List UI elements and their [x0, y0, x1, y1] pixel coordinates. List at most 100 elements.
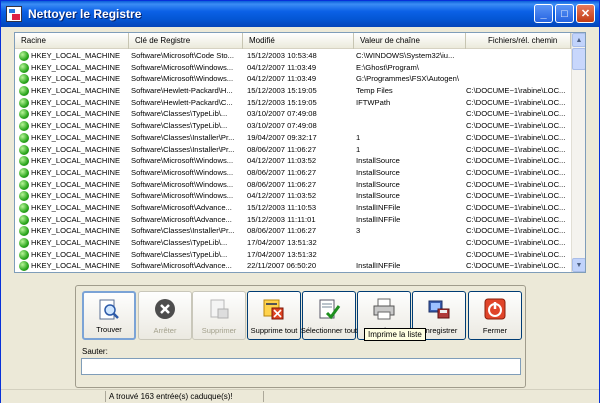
- cell-root: HKEY_LOCAL_MACHINE: [31, 144, 121, 154]
- cell-file-path: C:\DOCUME~1\rabine\LOC...: [466, 226, 566, 236]
- cell-root: HKEY_LOCAL_MACHINE: [31, 249, 121, 259]
- cell-root: HKEY_LOCAL_MACHINE: [31, 226, 121, 236]
- cell-root: HKEY_LOCAL_MACHINE: [31, 202, 121, 212]
- status-dot-icon: [19, 191, 29, 202]
- status-divider: [105, 391, 106, 402]
- table-row[interactable]: HKEY_LOCAL_MACHINE Software\Hewlett-Packa…: [15, 85, 571, 97]
- table-row[interactable]: HKEY_LOCAL_MACHINE Software\Microsoft\Adv…: [15, 260, 571, 272]
- cell-key: Software\Hewlett-Packard\H...: [131, 86, 233, 96]
- table-row[interactable]: HKEY_LOCAL_MACHINE Software\Microsoft\Win…: [15, 179, 571, 191]
- save-computer-icon: [428, 300, 450, 319]
- status-dot-icon: [19, 249, 29, 260]
- status-dot-icon: [19, 109, 29, 120]
- close-window-button[interactable]: ✕: [576, 4, 595, 23]
- column-header-file-path[interactable]: Fichiers/rél. chemin: [466, 33, 571, 49]
- cell-string-value: [356, 237, 463, 249]
- table-row[interactable]: HKEY_LOCAL_MACHINE Software\Microsoft\Win…: [15, 73, 571, 85]
- find-button[interactable]: Trouver: [82, 291, 136, 340]
- scroll-up-icon[interactable]: ▲: [572, 33, 585, 47]
- table-row[interactable]: HKEY_LOCAL_MACHINE Software\Microsoft\Adv…: [15, 202, 571, 214]
- table-row[interactable]: HKEY_LOCAL_MACHINE Software\Microsoft\Adv…: [15, 214, 571, 226]
- column-header-modified[interactable]: Modifié: [243, 33, 354, 49]
- cell-string-value: InstallINFFile: [356, 202, 401, 212]
- table-row[interactable]: HKEY_LOCAL_MACHINE Software\Classes\TypeL…: [15, 120, 571, 132]
- status-text: A trouvé 163 entrée(s) caduque(s)!: [109, 392, 233, 401]
- cell-key: Software\Microsoft\Windows...: [131, 62, 234, 72]
- status-bar: A trouvé 163 entrée(s) caduque(s)!: [1, 389, 599, 403]
- status-dot-icon: [19, 226, 29, 237]
- table-row[interactable]: HKEY_LOCAL_MACHINE Software\Classes\Insta…: [15, 132, 571, 144]
- select-all-icon: [319, 299, 341, 320]
- maximize-button[interactable]: □: [555, 4, 574, 23]
- cell-string-value: G:\Programmes\FSX\Autogen\: [356, 74, 459, 84]
- jump-input[interactable]: [81, 358, 521, 375]
- cell-modified: 04/12/2007 11:03:49: [247, 62, 317, 72]
- print-tooltip: Imprime la liste: [364, 328, 426, 341]
- delete-button[interactable]: Supprimer: [192, 291, 246, 340]
- cell-modified: 17/04/2007 13:51:32: [247, 249, 317, 259]
- select-all-button[interactable]: Sélectionner tout: [301, 291, 357, 340]
- cell-string-value: [356, 249, 463, 261]
- stop-x-icon: [155, 299, 175, 319]
- cell-key: Software\Microsoft\Advance...: [131, 202, 232, 212]
- vertical-scrollbar[interactable]: ▲ ▼: [571, 33, 585, 272]
- table-row[interactable]: HKEY_LOCAL_MACHINE Software\Microsoft\Win…: [15, 167, 571, 179]
- window-title: Nettoyer le Registre: [28, 7, 142, 21]
- cell-file-path: C:\DOCUME~1\rabine\LOC...: [466, 109, 566, 119]
- column-header-root[interactable]: Racine: [15, 33, 129, 49]
- table-row[interactable]: HKEY_LOCAL_MACHINE Software\Microsoft\Win…: [15, 155, 571, 167]
- cell-key: Software\Classes\Installer\Pr...: [131, 144, 235, 154]
- close-button[interactable]: Fermer: [468, 291, 522, 340]
- table-row[interactable]: HKEY_LOCAL_MACHINE Software\Hewlett-Packa…: [15, 97, 571, 109]
- table-row[interactable]: HKEY_LOCAL_MACHINE Software\Classes\Insta…: [15, 225, 571, 237]
- stop-button[interactable]: Arrêter: [138, 291, 192, 340]
- cell-file-path: C:\DOCUME~1\rabine\LOC...: [466, 261, 566, 271]
- cell-key: Software\Classes\TypeLib\...: [131, 249, 228, 259]
- cell-string-value: 1: [356, 132, 361, 142]
- status-dot-icon: [19, 74, 29, 85]
- cell-string-value: [356, 108, 463, 120]
- status-dot-icon: [19, 238, 29, 248]
- column-header-key[interactable]: Clé de Registre: [129, 33, 243, 49]
- table-row[interactable]: HKEY_LOCAL_MACHINE Software\Classes\Insta…: [15, 144, 571, 156]
- title-bar[interactable]: Nettoyer le Registre _ □ ✕: [1, 1, 599, 27]
- cell-modified: 15/12/2003 15:19:05: [247, 86, 317, 96]
- cell-modified: 03/10/2007 07:49:08: [247, 109, 317, 119]
- cell-key: Software\Classes\Installer\Pr...: [131, 226, 235, 236]
- minimize-button[interactable]: _: [534, 4, 553, 23]
- cell-string-value: 1: [356, 144, 361, 154]
- scroll-down-icon[interactable]: ▼: [572, 258, 585, 272]
- cell-file-path: C:\DOCUME~1\rabine\LOC...: [466, 191, 566, 201]
- cell-file-path: [466, 62, 570, 74]
- cell-modified: 17/04/2007 13:51:32: [247, 238, 317, 247]
- column-header-string-value[interactable]: Valeur de chaîne: [354, 33, 466, 49]
- cell-string-value: IFTWPath: [356, 97, 391, 107]
- table-row[interactable]: HKEY_LOCAL_MACHINE Software\Classes\TypeL…: [15, 249, 571, 261]
- cell-key: Software\Microsoft\Windows...: [131, 191, 234, 201]
- cell-root: HKEY_LOCAL_MACHINE: [31, 132, 121, 142]
- status-dot-icon: [19, 97, 29, 108]
- table-row[interactable]: HKEY_LOCAL_MACHINE Software\Microsoft\Win…: [15, 190, 571, 202]
- table-row[interactable]: HKEY_LOCAL_MACHINE Software\Classes\TypeL…: [15, 108, 571, 120]
- registry-cleaner-window: Nettoyer le Registre _ □ ✕ Racine Clé de…: [0, 0, 600, 403]
- cell-root: HKEY_LOCAL_MACHINE: [31, 214, 121, 224]
- cell-string-value: InstallSource: [356, 167, 400, 177]
- delete-all-button[interactable]: Supprime tout: [247, 291, 301, 340]
- cell-key: Software\Microsoft\Windows...: [131, 74, 234, 84]
- cell-modified: 15/12/2003 15:19:05: [247, 97, 317, 107]
- cell-modified: 08/06/2007 11:06:27: [247, 167, 317, 177]
- cell-file-path: C:\DOCUME~1\rabine\LOC...: [466, 144, 566, 154]
- cell-modified: 08/06/2007 11:06:27: [247, 226, 317, 236]
- table-row[interactable]: HKEY_LOCAL_MACHINE Software\Classes\TypeL…: [15, 237, 571, 249]
- table-row[interactable]: HKEY_LOCAL_MACHINE Software\Microsoft\Win…: [15, 62, 571, 74]
- cell-modified: 19/04/2007 09:32:17: [247, 132, 317, 142]
- registry-entries-list[interactable]: Racine Clé de Registre Modifié Valeur de…: [14, 32, 586, 273]
- cell-modified: 08/06/2007 11:06:27: [247, 179, 317, 189]
- cell-string-value: InstallSource: [356, 191, 400, 201]
- table-row[interactable]: HKEY_LOCAL_MACHINE Software\Microsoft\Cod…: [15, 50, 571, 62]
- cell-key: Software\Microsoft\Windows...: [131, 179, 234, 189]
- action-panel: Trouver Arrêter Supprimer Supprime tout …: [75, 285, 526, 388]
- cell-modified: 15/12/2003 11:10:53: [247, 202, 317, 212]
- scroll-thumb[interactable]: [572, 48, 585, 70]
- cell-modified: 04/12/2007 11:03:52: [247, 156, 317, 166]
